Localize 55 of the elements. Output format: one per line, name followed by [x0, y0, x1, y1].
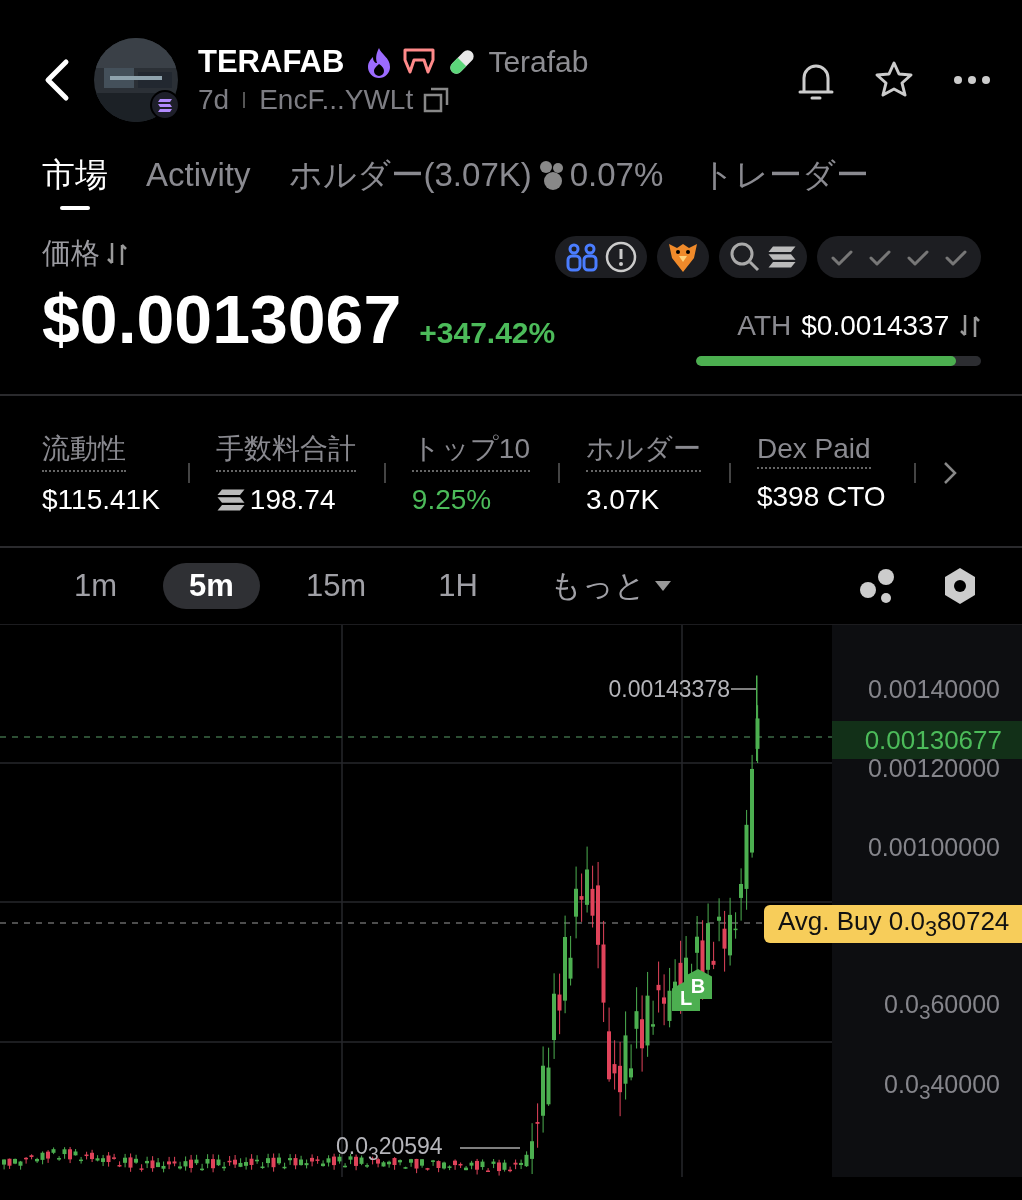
stat-label: ホルダー [585, 430, 701, 472]
stat-label: 手数料合計 [215, 430, 356, 472]
stat-value: 9.25% [411, 484, 492, 516]
token-tag: Terafab [488, 45, 589, 79]
tab[interactable]: ホルダー(3.07K) 0.07% [288, 154, 664, 214]
timeframe-tab[interactable]: 5m [163, 563, 260, 609]
stat-value: 3.07K [585, 484, 660, 516]
mouse-icon [537, 159, 564, 191]
chevron-right-icon[interactable] [941, 460, 958, 486]
axis-label: 0.00100000 [867, 832, 1000, 862]
stat-value: $398 CTO [756, 481, 886, 513]
tab[interactable]: Activity [146, 154, 251, 214]
tab[interactable]: 市場 [42, 154, 108, 214]
price-value: $0.0013067 [42, 280, 402, 358]
settings-icon[interactable] [942, 566, 978, 606]
current-price-tag: 0.00130677 [832, 721, 1022, 759]
more-icon[interactable] [952, 74, 992, 86]
leader-line [459, 1147, 521, 1149]
ath-value: $0.0014337 [801, 310, 950, 342]
axis-label: 0.0$_{3}$60000 [884, 990, 1000, 1024]
avg-buy-tag: Avg. Buy 0.0$_{3}$80724 [764, 905, 1022, 943]
holders-chip[interactable] [555, 236, 648, 278]
more-dropdown[interactable]: もっと [523, 563, 698, 609]
coin-icon [150, 90, 180, 120]
stat-value: 198.74 [249, 484, 336, 516]
alert-icon [605, 241, 638, 273]
token-name: TERAFAB [198, 44, 345, 80]
scan-chip[interactable] [719, 236, 808, 278]
sort-icon[interactable] [106, 241, 128, 267]
stat-label: トップ10 [411, 430, 530, 472]
timeframe-tab[interactable]: 1H [412, 563, 504, 609]
stat-label: Dex Paid [756, 433, 871, 469]
sort-icon[interactable] [959, 313, 982, 339]
stat-value: $115.41K [42, 484, 160, 516]
axis-label: 0.00140000 [867, 674, 1000, 704]
stat-label: 流動性 [42, 430, 126, 472]
price-change: +347.42% [419, 316, 556, 350]
timeframe-tab[interactable]: 15m [279, 563, 393, 609]
people-icon [565, 242, 600, 272]
token-age: 7d [198, 84, 230, 116]
price-label: 価格 [42, 236, 100, 271]
axis-label: 0.0$_{3}$40000 [884, 1070, 1000, 1104]
contract-address: EncF...YWLt [259, 84, 414, 116]
tab[interactable]: トレーダー [701, 154, 870, 214]
search-icon [729, 241, 762, 273]
checks-chip[interactable] [817, 236, 982, 278]
high-price-label: 0.00143378 [608, 675, 730, 703]
flame-icon [366, 46, 393, 78]
copy-icon[interactable] [423, 87, 450, 113]
caret-icon [653, 580, 672, 592]
ath-label: ATH [737, 310, 792, 342]
leader-line [730, 688, 757, 690]
timeframe-tab[interactable]: 1m [48, 563, 144, 609]
eagle-chip[interactable] [657, 236, 710, 278]
low-price-label: 0.0$_{3}$20594 [336, 1133, 443, 1165]
